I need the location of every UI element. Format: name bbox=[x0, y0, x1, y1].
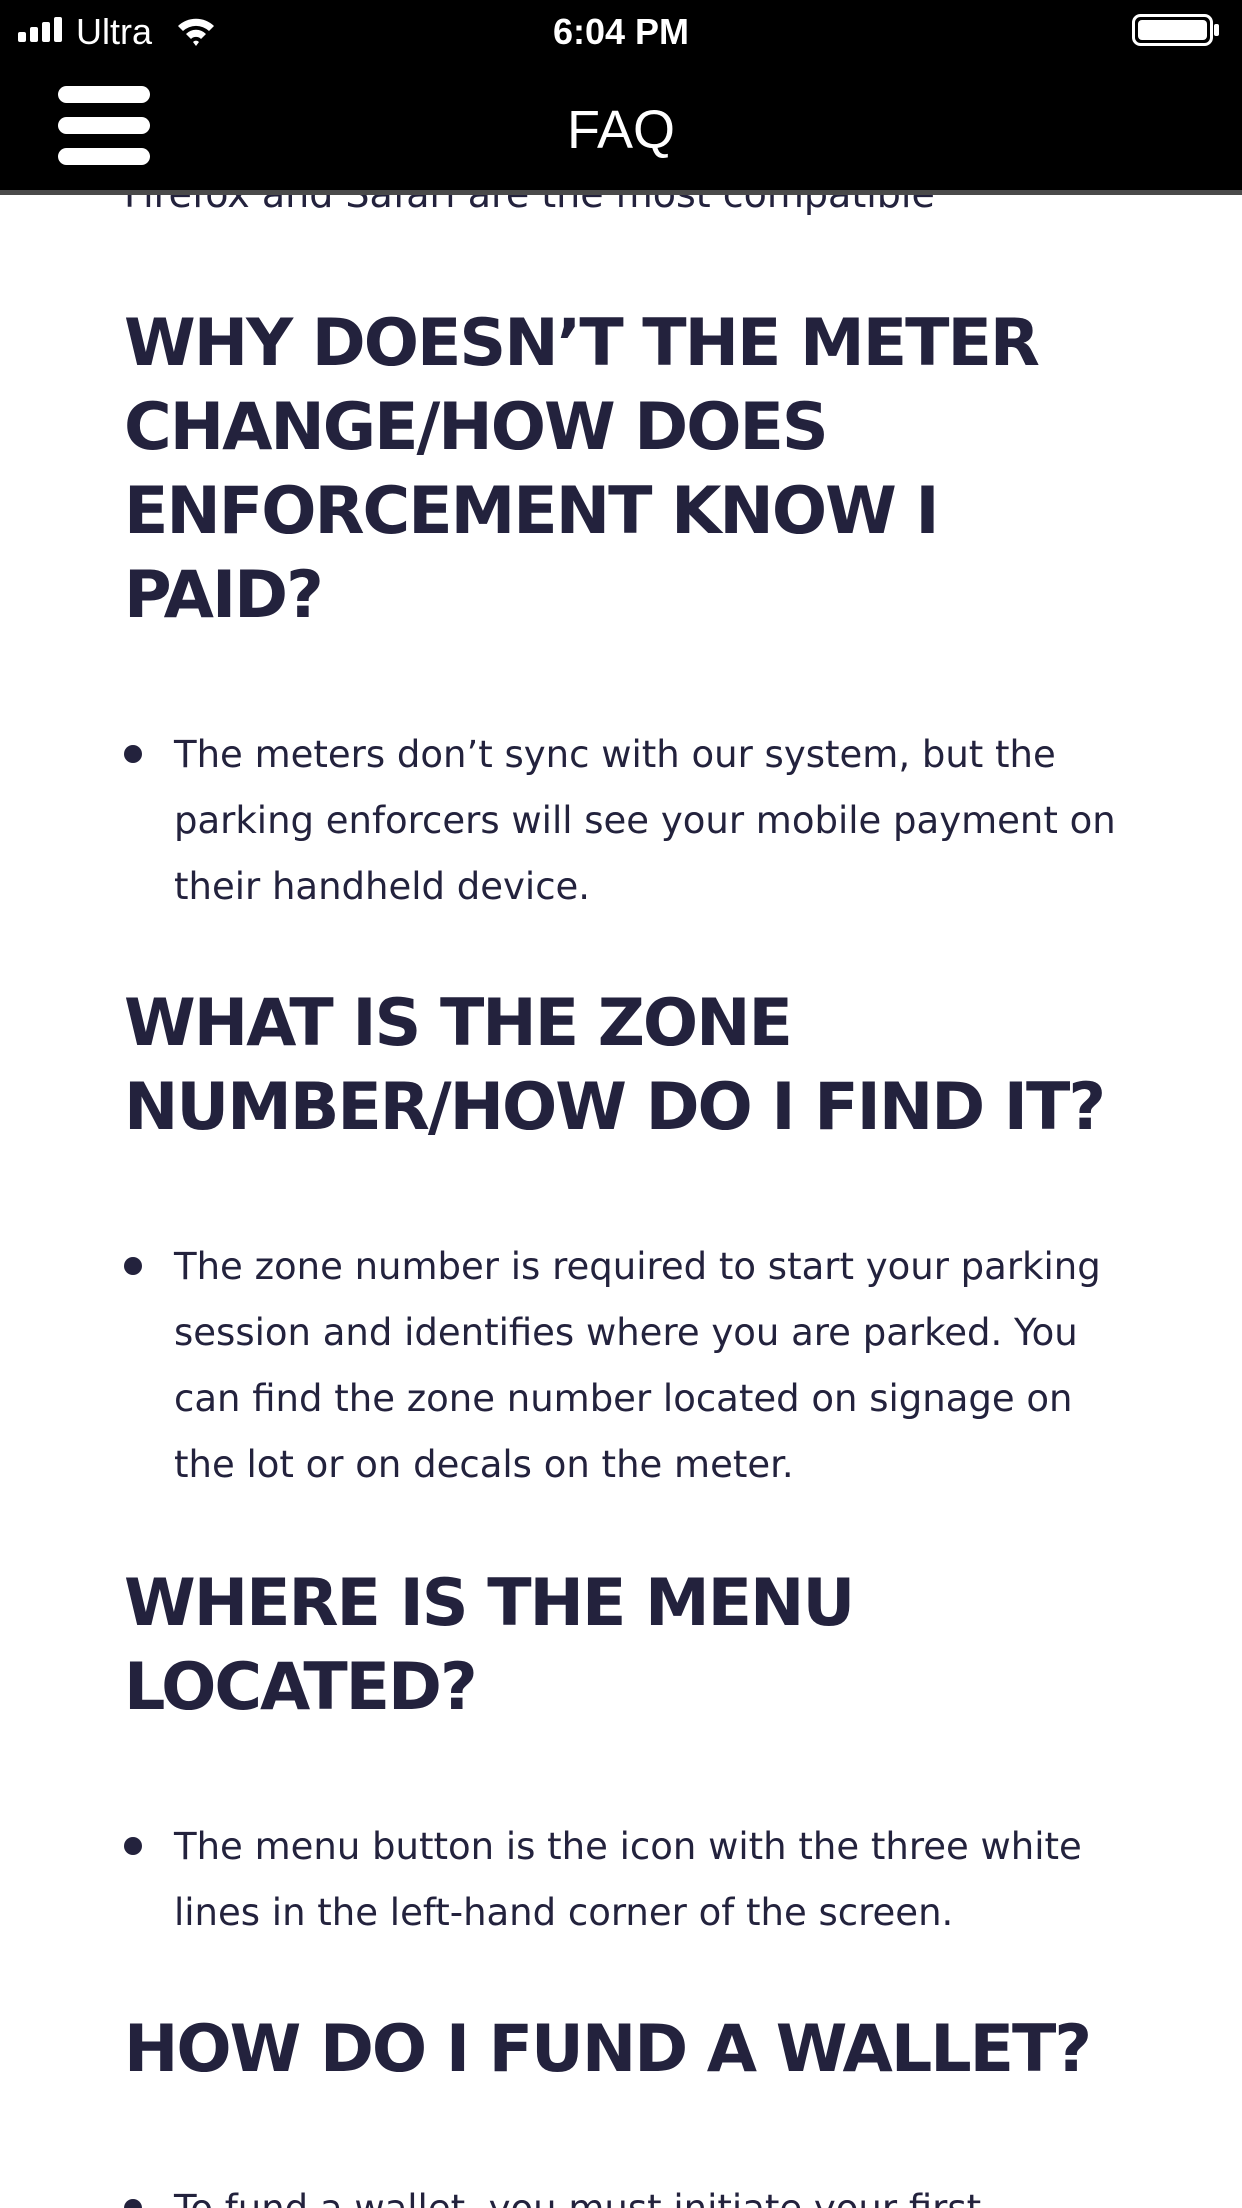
bullet-icon bbox=[124, 2199, 142, 2208]
bullet-icon bbox=[124, 1257, 142, 1275]
status-time: 6:04 PM bbox=[552, 11, 690, 52]
app-header: FAQ bbox=[0, 62, 1242, 195]
faq-question: WHY DOESN’T THE METER CHANGE/HOW DOES EN… bbox=[124, 306, 1040, 633]
faq-answer-text: The zone number is required to start you… bbox=[174, 1245, 1101, 1486]
faq-screen: Ultra 6:04 PM FAQ Firefox and Safari are… bbox=[0, 0, 1242, 2208]
faq-answer-text: The meters don’t sync with our system, b… bbox=[174, 733, 1116, 908]
faq-item: WHAT IS THE ZONE NUMBER/HOW DO I FIND IT… bbox=[124, 982, 1134, 1498]
faq-item: WHY DOESN’T THE METER CHANGE/HOW DOES EN… bbox=[124, 302, 1134, 920]
page-title: FAQ bbox=[566, 100, 676, 160]
faq-item: HOW DO I FUND A WALLET? To fund a wallet… bbox=[124, 2008, 1134, 2208]
faq-answer: The meters don’t sync with our system, b… bbox=[124, 722, 1134, 920]
status-bar: Ultra 6:04 PM bbox=[0, 0, 1242, 62]
faq-question: WHERE IS THE MENU LOCATED? bbox=[124, 1566, 855, 1725]
faq-answer-text: The menu button is the icon with the thr… bbox=[174, 1825, 1082, 1934]
faq-answer: The zone number is required to start you… bbox=[124, 1234, 1134, 1498]
faq-answer: The menu button is the icon with the thr… bbox=[124, 1814, 1134, 1946]
battery-icon bbox=[1132, 14, 1219, 46]
bullet-icon bbox=[124, 745, 142, 763]
faq-item: WHERE IS THE MENU LOCATED? The menu butt… bbox=[124, 1562, 1134, 1946]
bullet-icon bbox=[124, 1837, 142, 1855]
faq-answer-text: To fund a wallet, you must initiate your… bbox=[174, 2187, 981, 2208]
faq-answer: To fund a wallet, you must initiate your… bbox=[124, 2176, 1134, 2208]
faq-question: HOW DO I FUND A WALLET? bbox=[124, 2012, 1092, 2087]
faq-question: WHAT IS THE ZONE NUMBER/HOW DO I FIND IT… bbox=[124, 986, 1106, 1145]
